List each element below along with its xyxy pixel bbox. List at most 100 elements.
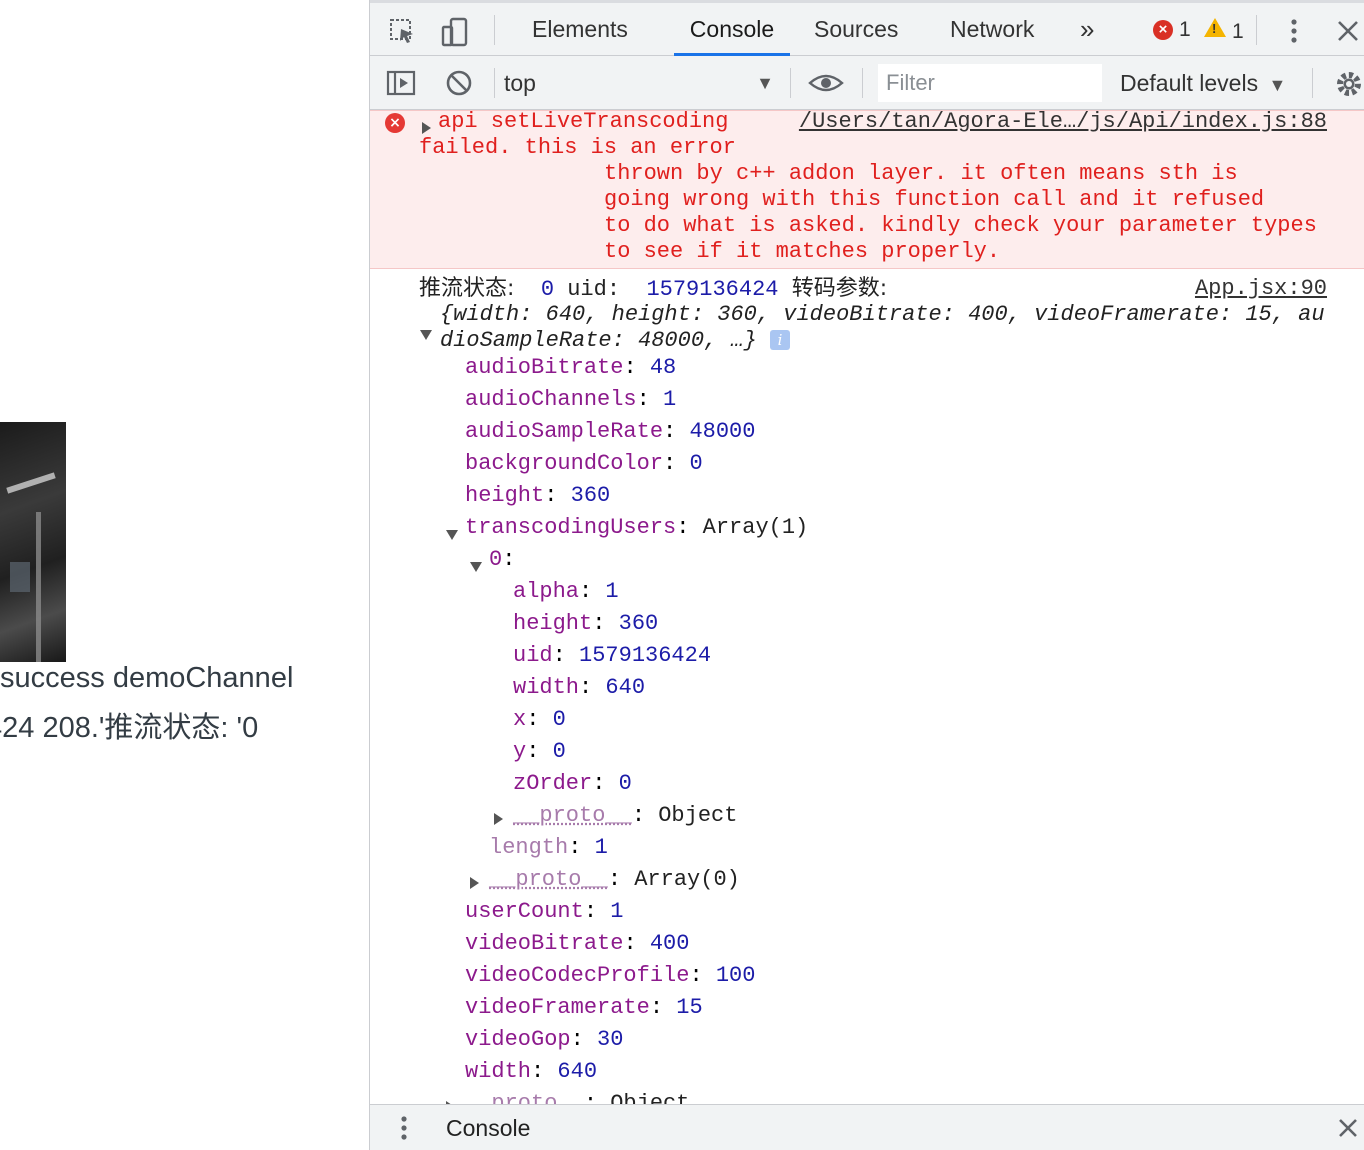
property-key: alpha [513,579,580,604]
collapse-triangle-icon[interactable] [420,324,432,349]
error-count-badge[interactable]: × 1 [1153,18,1191,42]
info-icon[interactable]: i [770,330,791,350]
collapse-triangle-icon[interactable] [446,524,458,549]
object-property-row[interactable]: transcodingUsers: Array(1) [465,512,808,544]
property-value: 360 [618,611,659,636]
log-source-link[interactable]: App.jsx:90 [1195,276,1327,302]
more-tabs-icon[interactable]: » [1076,3,1098,56]
object-property-row: x: 0 [513,707,566,732]
console-log-message[interactable]: 推流状态: 0 uid: 1579136424 转码参数: [419,276,887,303]
property-key: videoCodecProfile [465,963,690,988]
console-output: × api setLiveTranscoding /Users/tan/Agor… [370,110,1364,1104]
dropdown-caret-icon: ▼ [756,73,774,93]
object-property-row[interactable]: 0: [489,544,529,576]
devtools-tabbar: Elements Console Sources Network » × 1 ! 1 [370,0,1364,56]
error-line-5: to do what is asked. kindly check your p… [604,213,1317,238]
expand-triangle-icon[interactable] [446,1097,455,1104]
drawer-menu-icon[interactable] [390,1114,418,1142]
object-property-row: zOrder: 0 [513,771,632,796]
close-devtools-icon[interactable] [1334,17,1362,45]
property-key: videoFramerate [465,995,650,1020]
property-value: 360 [570,483,611,508]
property-value: 48 [649,355,677,380]
console-settings-gear-icon[interactable] [1334,69,1362,97]
log-label-uid: uid: [567,277,621,302]
property-value: 1 [610,899,624,924]
property-key: videoGop [465,1027,571,1052]
tab-console[interactable]: Console [674,3,790,56]
property-key: __proto__ [489,867,608,892]
property-key: transcodingUsers [465,515,677,540]
filter-input[interactable] [878,64,1102,102]
property-key: backgroundColor [465,451,664,476]
close-drawer-icon[interactable] [1334,1114,1362,1142]
warning-icon: ! [1204,18,1226,37]
inspect-element-icon[interactable] [388,17,416,45]
object-property-row[interactable]: __proto__: Object [465,1088,689,1104]
property-key: width [513,675,580,700]
property-key: width [465,1059,532,1084]
object-property-row: videoFramerate: 15 [465,995,703,1020]
property-value: 0 [618,771,632,796]
property-key: __proto__ [465,1091,584,1104]
error-line-4: going wrong with this function call and … [604,187,1265,212]
object-property-row: videoGop: 30 [465,1027,624,1052]
object-property-row: videoBitrate: 400 [465,931,690,956]
drawer-tab-console[interactable]: Console [446,1105,530,1150]
dropdown-caret-icon: ▼ [1268,75,1287,95]
object-property-row[interactable]: __proto__: Array(0) [489,864,740,896]
property-key: height [513,611,593,636]
log-levels-dropdown[interactable]: Default levels ▼ [1120,64,1286,102]
error-line-6: to see if it matches properly. [604,239,1001,264]
error-line-2: failed. this is an error [419,135,736,160]
log-label-params: 转码参数: [791,276,888,301]
property-key: userCount [465,899,584,924]
app-page: success demoChannel 424 208.'推流状态: '0 [0,0,369,1150]
object-property-row: audioBitrate: 48 [465,355,677,380]
error-line-1: api setLiveTranscoding [438,110,729,134]
tab-sources[interactable]: Sources [810,3,902,56]
property-value: 0 [552,707,566,732]
kebab-menu-icon[interactable] [1280,17,1308,45]
warning-count-badge[interactable]: ! 1 [1204,18,1244,44]
object-property-row: width: 640 [513,675,646,700]
clear-console-icon[interactable] [445,69,473,97]
property-key: x [513,707,527,732]
warning-count: 1 [1232,20,1244,43]
object-property-row: userCount: 1 [465,899,624,924]
property-value: 400 [649,931,690,956]
object-preview-line-2: dioSampleRate: 48000, …} [440,328,757,353]
sidebar-toggle-icon[interactable] [386,69,416,97]
expand-triangle-icon[interactable] [470,873,479,898]
object-property-row[interactable]: __proto__: Object [513,800,737,832]
console-drawer: Console [370,1104,1364,1150]
error-line-3: thrown by c++ addon layer. it often mean… [604,161,1238,186]
tab-elements[interactable]: Elements [528,3,632,56]
console-toolbar: top ▼ Default levels ▼ [370,56,1364,110]
live-expression-eye-icon[interactable] [808,69,844,97]
property-key: 0 [489,547,503,572]
video-preview [0,422,66,662]
object-preview-line-1[interactable]: {width: 640, height: 360, videoBitrate: … [440,302,1325,328]
console-error-message[interactable]: × api setLiveTranscoding /Users/tan/Agor… [370,110,1364,269]
property-key: uid [513,643,553,668]
tab-network[interactable]: Network [946,3,1038,56]
property-value: 640 [605,675,646,700]
log-label-status: 推流状态: [419,276,515,301]
property-value: Object [610,1091,690,1104]
log-uid-value: 1579136424 [646,277,779,302]
join-status-text: success demoChannel [0,662,294,694]
device-toolbar-icon[interactable] [441,17,469,47]
error-source-link[interactable]: /Users/tan/Agora-Ele…/js/Api/index.js:88 [799,110,1327,135]
expand-triangle-icon[interactable] [494,809,503,834]
property-key: audioSampleRate [465,419,664,444]
object-property-row: audioChannels: 1 [465,387,677,412]
property-key: height [465,483,545,508]
error-icon: × [385,113,405,133]
collapse-triangle-icon[interactable] [470,556,482,581]
property-value: Array(1) [702,515,809,540]
property-key: audioBitrate [465,355,624,380]
context-selector[interactable]: top ▼ [504,64,784,102]
object-property-row: videoCodecProfile: 100 [465,963,756,988]
property-value: 1579136424 [579,643,712,668]
